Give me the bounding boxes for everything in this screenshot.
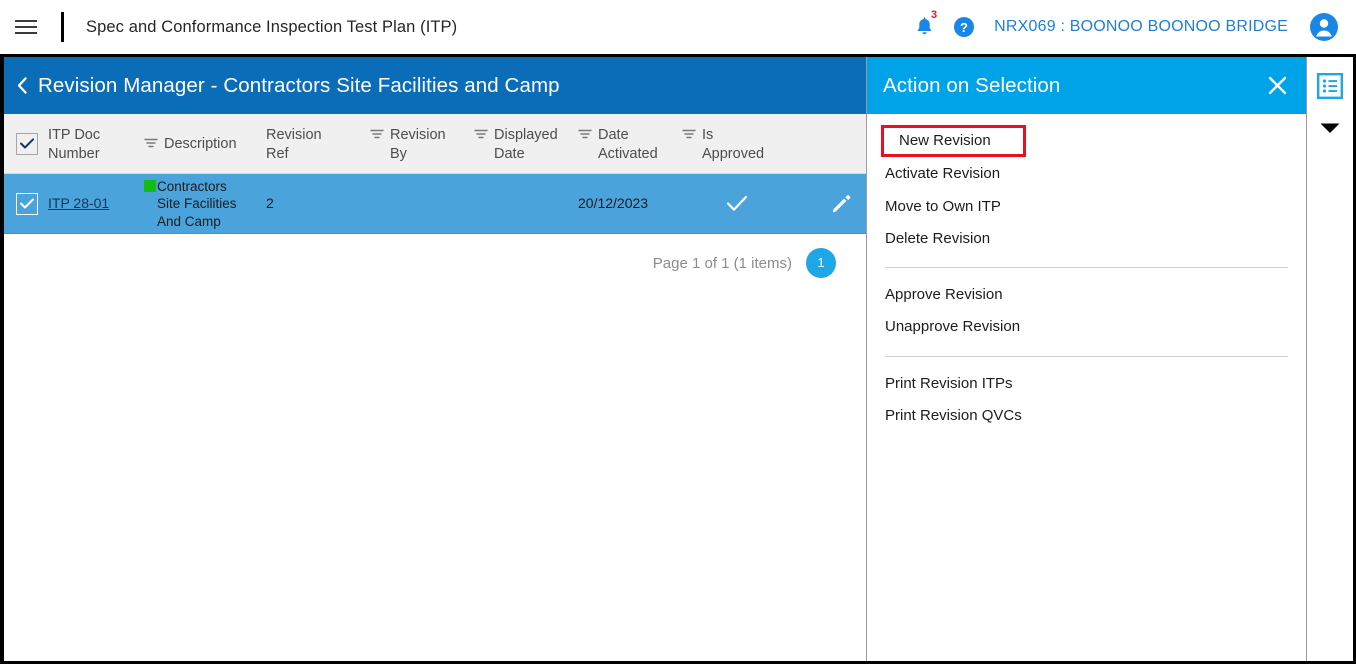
column-header-label: Revision By [390, 127, 446, 162]
column-header-itp-doc-number[interactable]: ITP Doc Number [48, 124, 144, 162]
page-title: Revision Manager - Contractors Site Faci… [38, 73, 560, 97]
column-header-is-approved[interactable]: Is Approved [682, 124, 792, 162]
row-select-cell [4, 192, 48, 215]
filter-icon[interactable] [682, 129, 696, 141]
application-window: Spec and Conformance Inspection Test Pla… [0, 0, 1356, 664]
pagination: Page 1 of 1 (1 items) 1 [4, 234, 866, 278]
action-menu: New Revision Activate Revision Move to O… [867, 114, 1306, 432]
menu-item-activate-revision[interactable]: Activate Revision [867, 158, 1306, 190]
close-panel-button[interactable] [1267, 75, 1288, 96]
help-circle-icon: ? [954, 17, 975, 37]
help-button[interactable]: ? [942, 9, 986, 45]
pencil-icon [832, 194, 851, 212]
grid-header-row: ITP Doc Number Description Revision Ref … [4, 114, 866, 174]
pagination-summary: Page 1 of 1 (1 items) [652, 254, 792, 272]
app-title: Spec and Conformance Inspection Test Pla… [86, 17, 458, 36]
column-header-label: Is Approved [702, 127, 765, 162]
notifications-button[interactable]: 3 [906, 9, 942, 45]
select-all-checkbox[interactable] [16, 132, 38, 155]
filter-icon[interactable] [370, 129, 384, 141]
pagination-page-1-button[interactable]: 1 [806, 248, 836, 278]
menu-item-unapprove-revision[interactable]: Unapprove Revision [867, 311, 1306, 343]
menu-item-delete-revision[interactable]: Delete Revision [867, 223, 1306, 255]
expand-panel-button[interactable] [1319, 121, 1341, 134]
menu-item-move-to-own-itp[interactable]: Move to Own ITP [867, 191, 1306, 223]
action-panel-title: Action on Selection [883, 73, 1061, 97]
content-frame: Revision Manager - Contractors Site Faci… [0, 54, 1356, 664]
filter-icon[interactable] [474, 129, 488, 141]
svg-text:?: ? [960, 20, 968, 35]
menu-divider [885, 267, 1288, 268]
table-row[interactable]: ITP 28-01 Contractors Site Facilities An… [4, 174, 866, 234]
column-header-date-activated[interactable]: Date Activated [578, 124, 682, 162]
right-rail [1307, 57, 1353, 661]
menu-item-print-revision-qvcs[interactable]: Print Revision QVCs [867, 400, 1306, 432]
hamburger-icon [15, 16, 37, 38]
checkmark-icon [20, 138, 34, 149]
select-all-cell [4, 132, 48, 155]
revision-ref-value: 2 [266, 194, 274, 211]
list-view-button[interactable] [1317, 73, 1343, 99]
back-button[interactable] [4, 57, 38, 114]
revision-manager-header: Revision Manager - Contractors Site Faci… [4, 57, 866, 114]
column-header-label: Date Activated [598, 127, 658, 162]
cell-revision-ref: 2 [266, 195, 370, 213]
edit-row-button[interactable] [792, 193, 866, 215]
action-panel-header: Action on Selection [867, 57, 1306, 114]
date-activated-value: 20/12/2023 [578, 194, 649, 211]
menu-item-new-revision[interactable]: New Revision [881, 125, 1026, 158]
list-view-icon [1317, 73, 1343, 99]
cell-is-approved [682, 195, 792, 212]
description-text: Contractors Site Facilities And Camp [157, 179, 237, 229]
top-bar-actions: 3 ? NRX069 : BOONOO BOONOO BRIDGE [906, 7, 1356, 47]
checkmark-icon [20, 198, 34, 209]
column-header-displayed-date[interactable]: Displayed Date [474, 124, 578, 162]
menu-item-approve-revision[interactable]: Approve Revision [867, 279, 1306, 311]
status-indicator-icon [144, 180, 156, 193]
chevron-down-icon [1320, 123, 1340, 133]
user-avatar-button[interactable] [1304, 7, 1344, 47]
column-header-description[interactable]: Description [144, 133, 266, 153]
row-select-checkbox[interactable] [16, 192, 38, 215]
close-icon [1268, 76, 1287, 95]
column-header-label: Description [164, 136, 237, 153]
itp-doc-number-link[interactable]: ITP 28-01 [48, 195, 109, 211]
menu-divider [885, 355, 1288, 357]
column-header-revision-ref[interactable]: Revision Ref [266, 124, 370, 162]
top-bar: Spec and Conformance Inspection Test Pla… [0, 0, 1356, 54]
column-header-label: Displayed Date [494, 127, 558, 162]
notification-count-badge: 3 [931, 9, 938, 21]
chevron-left-icon [17, 77, 27, 94]
cell-description: Contractors Site Facilities And Camp [144, 177, 266, 230]
cell-date-activated: 20/12/2023 [578, 195, 682, 213]
menu-item-print-revision-itps[interactable]: Print Revision ITPs [867, 368, 1306, 400]
user-avatar-icon [1310, 13, 1338, 41]
hamburger-menu-button[interactable] [0, 0, 52, 54]
column-header-label: ITP Doc Number [48, 127, 101, 162]
column-header-label: Revision Ref [266, 127, 322, 162]
filter-icon[interactable] [144, 138, 158, 150]
action-on-selection-panel: Action on Selection New Revision Activat… [867, 57, 1307, 661]
approved-checkmark-icon [726, 195, 748, 211]
column-header-revision-by[interactable]: Revision By [370, 124, 474, 162]
filter-icon[interactable] [578, 129, 592, 141]
project-name-link[interactable]: NRX069 : BOONOO BOONOO BRIDGE [994, 18, 1288, 36]
revision-manager-pane: Revision Manager - Contractors Site Faci… [4, 57, 867, 661]
header-divider [61, 12, 64, 42]
cell-itp-doc-number: ITP 28-01 [48, 195, 144, 213]
